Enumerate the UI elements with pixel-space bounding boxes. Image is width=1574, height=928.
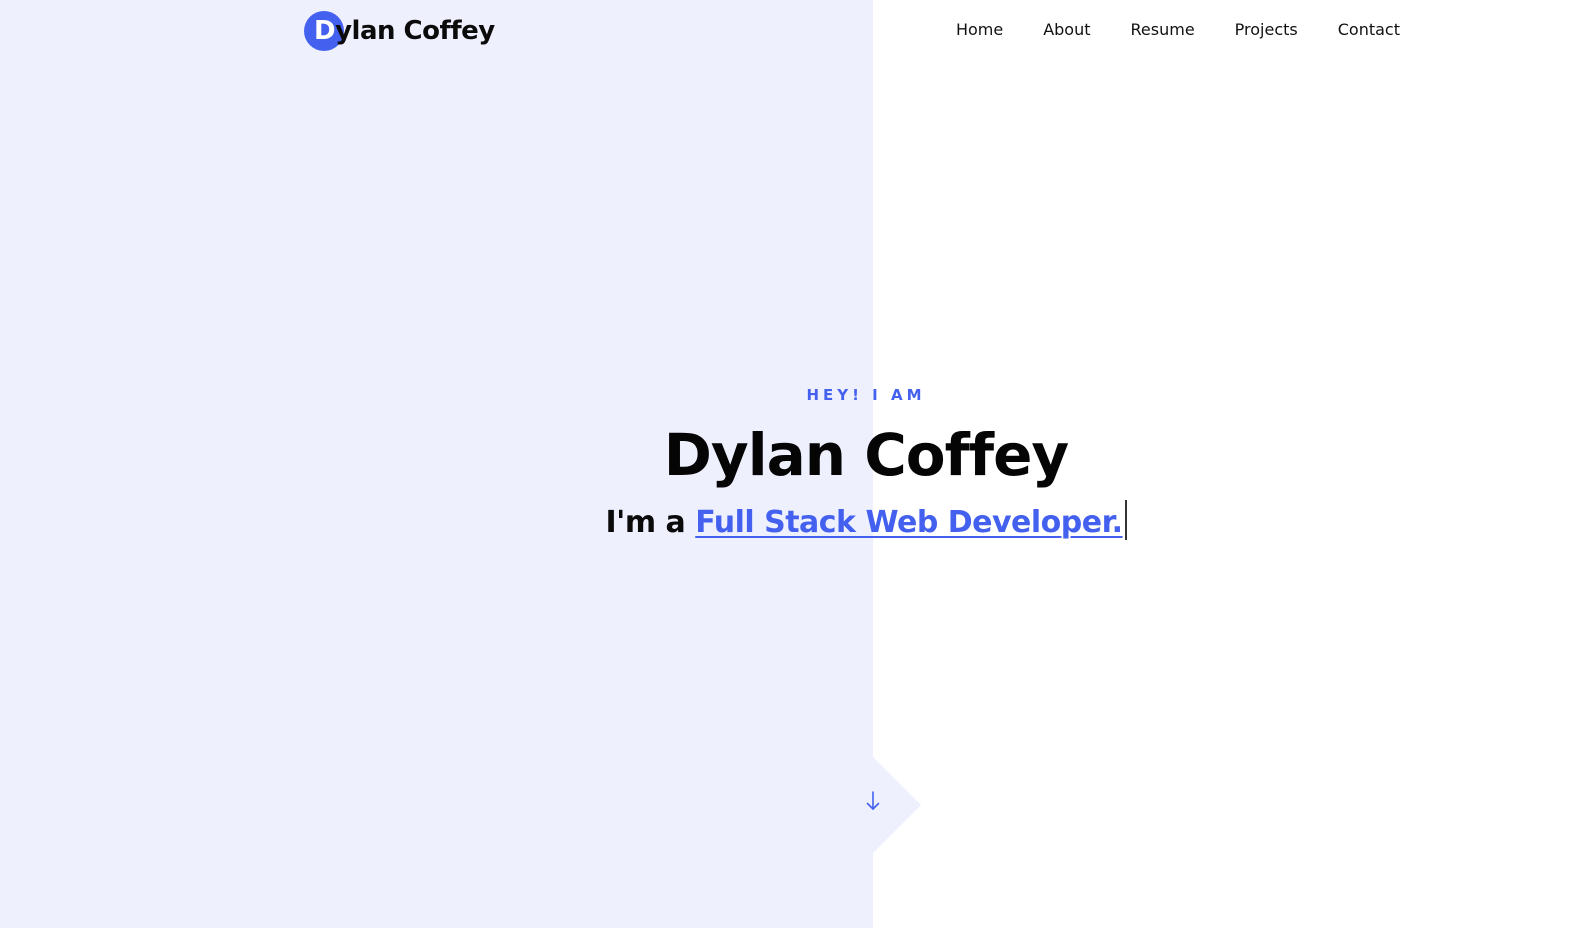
logo-rest: ylan Coffey — [335, 16, 495, 46]
nav-projects[interactable]: Projects — [1235, 18, 1298, 42]
page: Dylan Coffey Home About Resume Projects … — [0, 0, 1574, 928]
nav-home[interactable]: Home — [956, 18, 1003, 42]
main-nav: Home About Resume Projects Contact — [956, 18, 1400, 42]
hero-section: HEY! I AM Dylan Coffey I'm a Full Stack … — [0, 384, 1574, 545]
site-logo[interactable]: Dylan Coffey — [304, 10, 495, 52]
role-link[interactable]: Full Stack Web Developer. — [695, 505, 1123, 540]
site-header: Dylan Coffey Home About Resume Projects … — [0, 0, 1574, 62]
nav-about[interactable]: About — [1043, 18, 1090, 42]
arrow-down-icon — [866, 791, 880, 810]
logo-initial: D — [314, 16, 336, 46]
scroll-down-button[interactable] — [860, 788, 886, 814]
tagline-prefix: I'm a — [605, 505, 696, 540]
nav-contact[interactable]: Contact — [1338, 18, 1400, 42]
logo-text: Dylan Coffey — [304, 10, 495, 52]
hero-tagline: I'm a Full Stack Web Developer. — [0, 500, 1574, 545]
hero-eyebrow: HEY! I AM — [806, 386, 926, 404]
nav-resume[interactable]: Resume — [1131, 18, 1195, 42]
hero-name: Dylan Coffey — [663, 421, 1069, 489]
typing-caret — [1124, 500, 1127, 540]
